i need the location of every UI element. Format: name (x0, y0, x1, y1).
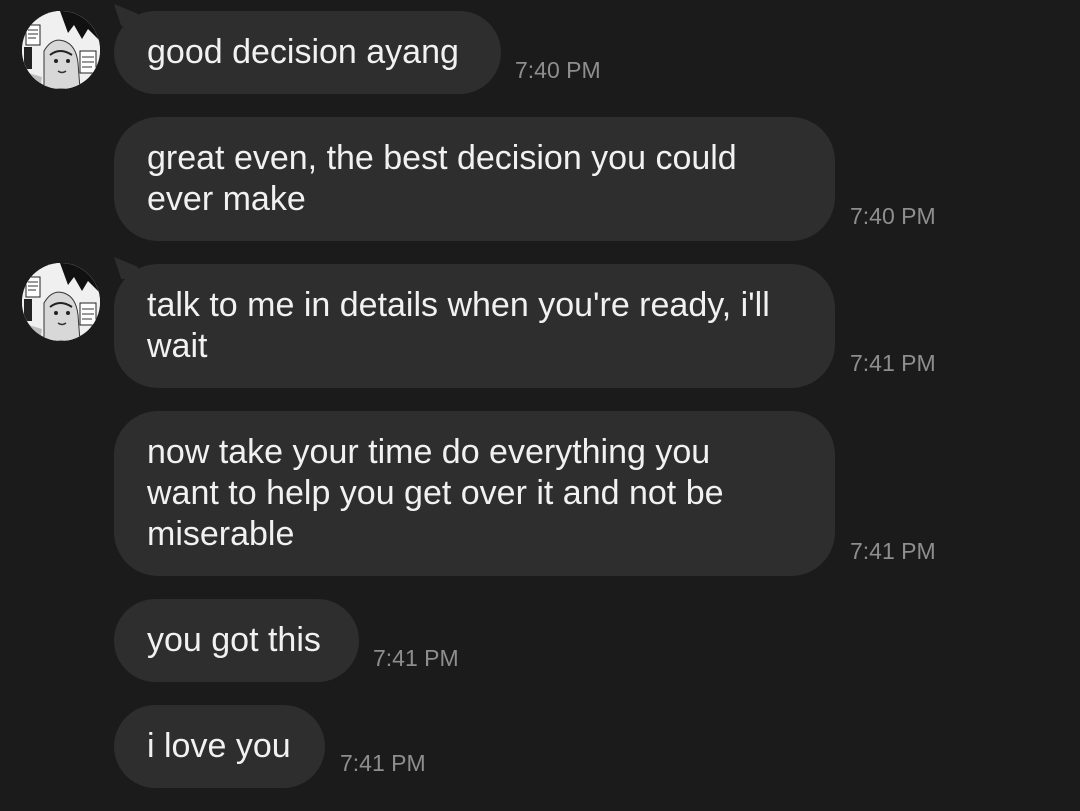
message-text: great even, the best decision you could … (147, 139, 737, 218)
message-text: good decision ayang (147, 33, 459, 71)
message-bubble[interactable]: good decision ayang (114, 11, 501, 94)
message-bubble[interactable]: i love you (114, 705, 325, 788)
message-bubble[interactable]: you got this (114, 599, 359, 682)
message-timestamp: 7:41 PM (373, 645, 459, 671)
message-text: talk to me in details when you're ready,… (147, 286, 770, 365)
message-bubble[interactable]: great even, the best decision you could … (114, 117, 835, 241)
chat-thread: good decision ayang 7:40 PM great even, … (0, 0, 1080, 811)
message-timestamp: 7:41 PM (340, 750, 426, 776)
message-timestamp: 7:41 PM (850, 350, 936, 376)
manga-avatar-icon (22, 263, 100, 341)
message-bubble[interactable]: now take your time do everything you wan… (114, 411, 835, 576)
contact-avatar[interactable] (22, 11, 100, 89)
message-text: now take your time do everything you wan… (147, 433, 724, 553)
message-bubble[interactable]: talk to me in details when you're ready,… (114, 264, 835, 388)
message-text: i love you (147, 727, 291, 765)
message-text: you got this (147, 621, 321, 659)
contact-avatar[interactable] (22, 263, 100, 341)
message-timestamp: 7:40 PM (850, 203, 936, 229)
message-timestamp: 7:41 PM (850, 538, 936, 564)
message-timestamp: 7:40 PM (515, 57, 601, 83)
manga-avatar-icon (22, 11, 100, 89)
